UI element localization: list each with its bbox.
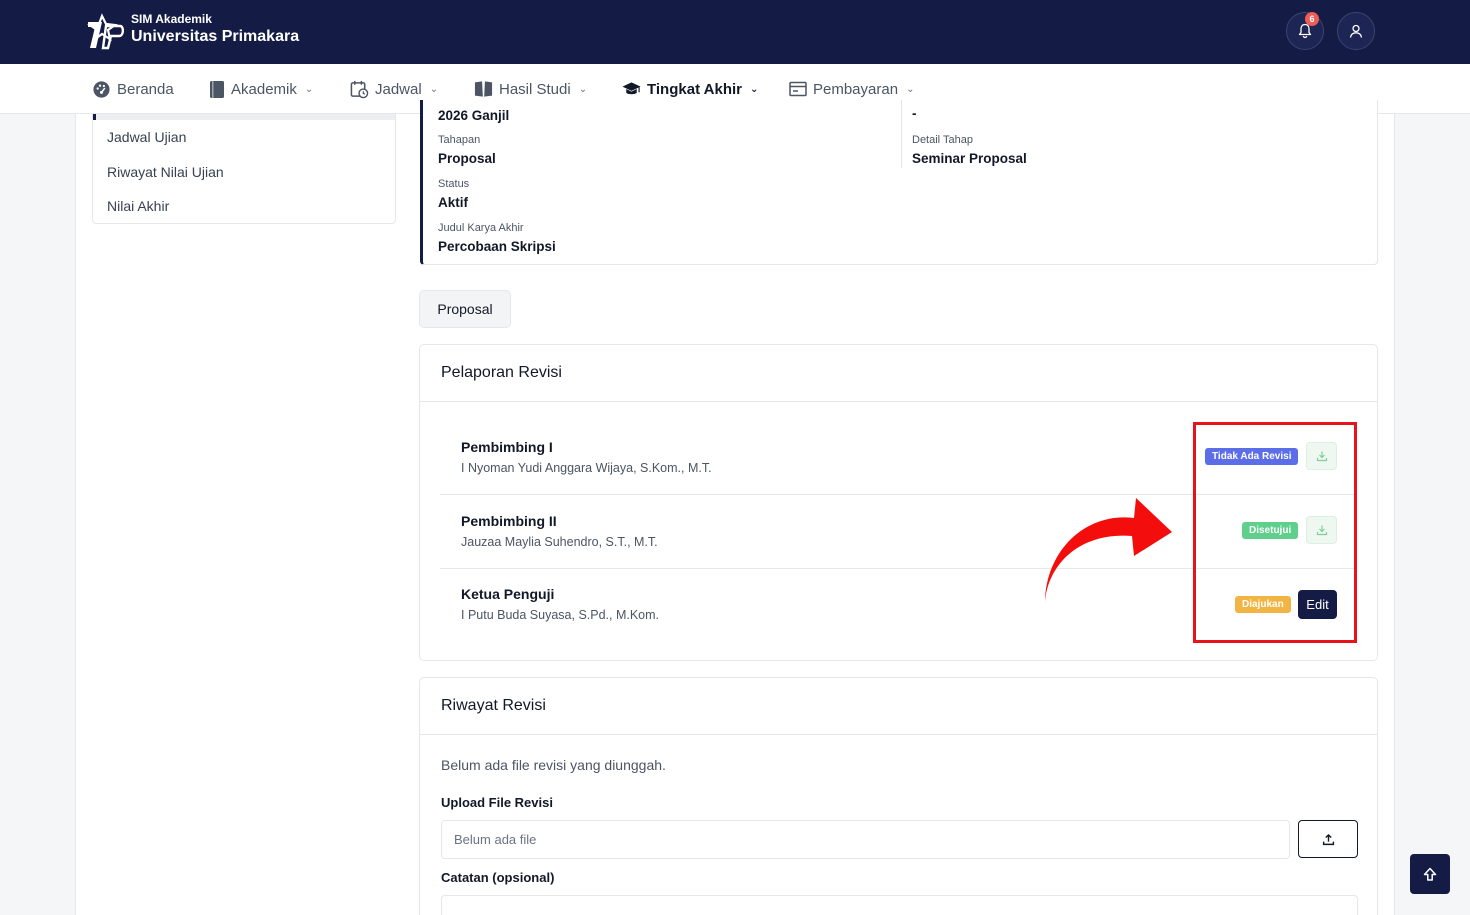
empty-revision-message: Belum ada file revisi yang diunggah.: [441, 757, 666, 773]
dashboard-icon: [93, 80, 110, 98]
period-value: 2026 Ganjil: [438, 108, 510, 123]
revision-row: Pembimbing I I Nyoman Yudi Anggara Wijay…: [440, 421, 1357, 495]
status-badge: Disetujui: [1242, 522, 1299, 539]
payment-window-icon: [789, 81, 807, 97]
status-label: Status: [438, 178, 470, 190]
side-item-riwayat-nilai-ujian[interactable]: Riwayat Nilai Ujian: [107, 164, 224, 180]
upload-file-label: Upload File Revisi: [441, 795, 553, 810]
pelaporan-revisi-card: Pelaporan Revisi Pembimbing I I Nyoman Y…: [419, 344, 1378, 661]
examiner-role: Pembimbing II: [461, 513, 557, 529]
pelaporan-revisi-title: Pelaporan Revisi: [441, 364, 562, 381]
red-arrow-icon: [1045, 498, 1172, 602]
card-header: Pelaporan Revisi: [420, 345, 1377, 402]
judul-label: Judul Karya Akhir: [438, 222, 524, 234]
download-button[interactable]: [1306, 516, 1337, 544]
brand-title: Universitas Primakara: [131, 28, 300, 45]
examiner-role: Pembimbing I: [461, 439, 553, 455]
nav-tingkat-akhir-label: Tingkat Akhir: [647, 80, 743, 98]
notification-count-badge: 6: [1305, 12, 1319, 26]
examiner-name: I Putu Buda Suyasa, S.Pd., M.Kom.: [461, 608, 660, 622]
side-menu: Jadwal Ujian Riwayat Nilai Ujian Nilai A…: [92, 114, 396, 224]
examiner-name: Jauzaa Maylia Suhendro, S.T., M.T.: [461, 535, 658, 549]
nav-jadwal-label: Jadwal: [375, 80, 422, 98]
examiner-role: Ketua Penguji: [461, 586, 555, 602]
chevron-down-icon: ⌄: [578, 83, 588, 95]
user-icon: [1349, 24, 1363, 38]
riwayat-revisi-card: Riwayat Revisi Belum ada file revisi yan…: [419, 677, 1378, 915]
tab-proposal[interactable]: Proposal: [419, 290, 511, 328]
card-header: Riwayat Revisi: [420, 678, 1377, 735]
user-profile-button[interactable]: [1337, 12, 1375, 50]
revision-row: Pembimbing II Jauzaa Maylia Suhendro, S.…: [440, 495, 1357, 569]
chevron-down-icon: ⌄: [304, 83, 314, 95]
detail-tahap-value: Seminar Proposal: [912, 151, 1027, 166]
edit-button[interactable]: Edit: [1298, 590, 1337, 619]
open-book-icon: [474, 81, 493, 97]
tahapan-label: Tahapan: [438, 134, 481, 146]
download-button[interactable]: [1306, 442, 1337, 470]
status-badge: Diajukan: [1235, 596, 1291, 613]
nav-pembayaran-label: Pembayaran: [813, 80, 899, 98]
top-header: SIM Akademik Universitas Primakara 6: [0, 0, 1470, 64]
period-right-value: -: [912, 106, 917, 121]
brand-subtitle: SIM Akademik: [131, 12, 212, 26]
chevron-down-icon: ⌄: [750, 83, 759, 95]
download-icon: [1316, 525, 1327, 536]
revision-row: Ketua Penguji I Putu Buda Suyasa, S.Pd.,…: [440, 568, 1357, 642]
note-textarea[interactable]: [441, 895, 1358, 915]
arrow-up-icon: [1423, 867, 1437, 881]
detail-tahap-label: Detail Tahap: [912, 134, 973, 146]
nav-akademik-label: Akademik: [231, 80, 297, 98]
note-label: Catatan (opsional): [441, 870, 555, 885]
primakara-logo-icon[interactable]: [86, 12, 124, 50]
column-divider: [901, 100, 902, 168]
chevron-down-icon: ⌄: [906, 83, 915, 95]
side-menu-active-indicator: [93, 114, 395, 120]
nav-beranda[interactable]: Beranda: [92, 64, 174, 114]
judul-value: Percobaan Skripsi: [438, 239, 556, 254]
upload-icon: [1322, 833, 1334, 845]
riwayat-revisi-title: Riwayat Revisi: [441, 697, 546, 714]
side-item-nilai-akhir[interactable]: Nilai Akhir: [107, 198, 169, 214]
calendar-clock-icon: [350, 80, 369, 98]
nav-akademik[interactable]: Akademik ⌄: [209, 64, 313, 114]
file-input-placeholder: Belum ada file: [454, 832, 537, 847]
upload-button[interactable]: [1298, 820, 1358, 858]
book-icon: [210, 80, 224, 98]
nav-beranda-label: Beranda: [117, 80, 174, 98]
scroll-to-top-button[interactable]: [1410, 854, 1450, 894]
side-item-jadwal-ujian[interactable]: Jadwal Ujian: [107, 129, 186, 145]
status-badge: Tidak Ada Revisi: [1205, 448, 1299, 465]
status-value: Aktif: [438, 195, 468, 210]
thesis-info-card: 2026 Ganjil - Tahapan Proposal Detail Ta…: [420, 100, 1378, 265]
examiner-name: I Nyoman Yudi Anggara Wijaya, S.Kom., M.…: [461, 461, 712, 475]
tahapan-value: Proposal: [438, 151, 496, 166]
nav-hasil-studi-label: Hasil Studi: [499, 80, 571, 98]
download-icon: [1316, 451, 1327, 462]
graduation-cap-icon: [622, 82, 641, 95]
file-revision-input[interactable]: Belum ada file: [441, 820, 1290, 859]
chevron-down-icon: ⌄: [429, 83, 439, 95]
